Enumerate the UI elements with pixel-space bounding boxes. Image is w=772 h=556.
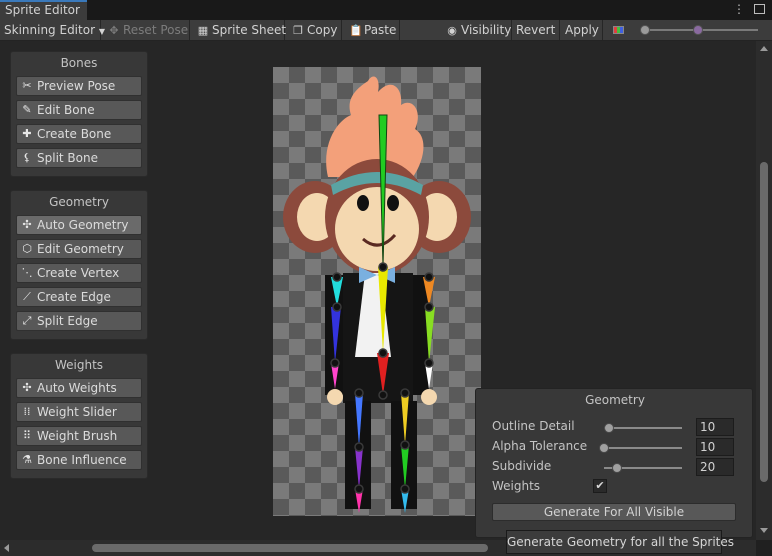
weight-slider-icon: ⁞⁞ [23,405,31,418]
paste-icon: 📋 [349,24,363,37]
toolbar: Skinning Editor ▼ ✥ Reset Pose ▦ Sprite Sh… [0,20,772,41]
auto-weights-button[interactable]: ✣ Auto Weights [16,378,142,398]
outline-detail-slider[interactable] [604,427,682,429]
monkey-sprite[interactable] [273,67,481,516]
create-bone-icon: ✚ [22,127,32,140]
copy-icon: ❐ [293,24,303,37]
bone-influence-icon: ⚗ [22,453,32,466]
tab-bar: Sprite Editor ⋮ [0,0,772,20]
create-vertex-button[interactable]: ⋱ Create Vertex [16,263,142,283]
weights-panel-title: Weights [54,358,104,372]
create-edge-button[interactable]: ⟋ Create Edge [16,287,142,307]
reset-pose-button[interactable]: ✥ Reset Pose [104,20,190,40]
preview-pose-icon: ✂ [22,79,32,92]
sprite-sheet-label: Sprite Sheet [212,23,287,37]
subdivide-field[interactable]: 20 [696,458,734,476]
vertical-scroll-thumb[interactable] [760,162,768,482]
auto-geometry-label: Auto Geometry [37,218,129,232]
preview-pose-button[interactable]: ✂ Preview Pose [16,76,142,96]
edit-bone-icon: ✎ [22,103,32,116]
create-bone-button[interactable]: ✚ Create Bone [16,124,142,144]
geometry-panel: Geometry ✣ Auto Geometry ⬡ Edit Geometry ⋱… [10,190,148,340]
weight-slider-button[interactable]: ⁞⁞ Weight Slider [16,402,142,422]
generate-for-all-visible-button[interactable]: Generate For All Visible [492,503,736,521]
blend-slider-knob[interactable] [693,25,703,35]
scroll-up-icon[interactable] [760,46,768,51]
geometry-panel-title: Geometry [49,195,109,209]
split-edge-label: Split Edge [37,314,98,328]
weight-brush-label: Weight Brush [37,429,118,443]
horizontal-scroll-thumb[interactable] [92,544,488,552]
zoom-slider-knob[interactable] [640,25,650,35]
more-options-icon[interactable]: ⋮ [733,2,745,16]
edit-bone-label: Edit Bone [37,103,95,117]
weight-brush-icon: ⠿ [22,429,32,442]
scroll-left-icon[interactable] [4,544,9,552]
split-edge-icon: ⤢ [22,314,32,327]
eye-icon: ◉ [447,24,457,37]
auto-geometry-button[interactable]: ✣ Auto Geometry [16,215,142,235]
weight-slider-label: Weight Slider [37,405,117,419]
checkmark-icon: ✔ [595,479,605,492]
split-edge-button[interactable]: ⤢ Split Edge [16,311,142,331]
color-channel-icon[interactable] [613,26,624,34]
auto-weights-icon: ✣ [22,381,32,394]
outline-detail-label: Outline Detail [492,419,575,433]
bone-influence-label: Bone Influence [37,453,127,467]
create-edge-label: Create Edge [37,290,111,304]
tooltip: Generate Geometry for all the Sprites [506,530,734,554]
paste-label: Paste [364,23,397,37]
split-bone-label: Split Bone [37,151,98,165]
bones-panel: Bones ✂ Preview Pose ✎ Edit Bone ✚ Create B… [10,51,148,177]
auto-weights-label: Auto Weights [37,381,117,395]
geometry-settings-panel: Geometry Outline Detail 10 Alpha Toleran… [475,388,753,538]
bone-influence-button[interactable]: ⚗ Bone Influence [16,450,142,470]
reset-pose-icon: ✥ [109,24,119,37]
auto-geometry-icon: ✣ [22,218,32,231]
alpha-tolerance-label: Alpha Tolerance [492,439,588,453]
tab-sprite-editor[interactable]: Sprite Editor [0,0,87,20]
outline-detail-knob[interactable] [604,423,614,433]
preview-pose-label: Preview Pose [37,79,116,93]
scroll-down-icon[interactable] [760,528,768,533]
edit-geometry-button[interactable]: ⬡ Edit Geometry [16,239,142,259]
alpha-tolerance-slider[interactable] [604,447,682,449]
mode-dropdown[interactable]: Skinning Editor ▼ [0,20,105,40]
visibility-button[interactable]: ◉ Visibility [442,20,512,40]
edit-bone-button[interactable]: ✎ Edit Bone [16,100,142,120]
subdivide-knob[interactable] [612,463,622,473]
sprite-sheet-icon: ▦ [197,24,209,37]
create-bone-label: Create Bone [37,127,112,141]
subdivide-label: Subdivide [492,459,552,473]
create-vertex-icon: ⋱ [21,266,33,279]
alpha-tolerance-knob[interactable] [599,443,609,453]
edit-geometry-label: Edit Geometry [37,242,124,256]
create-edge-icon: ⟋ [23,290,31,303]
visibility-label: Visibility [461,23,512,37]
vertical-scrollbar[interactable] [756,41,772,540]
reset-pose-label: Reset Pose [123,23,189,37]
mode-dropdown-label: Skinning Editor [4,23,95,37]
copy-button[interactable]: ❐ Copy [288,20,342,40]
weights-label: Weights [492,479,541,493]
weights-checkbox[interactable]: ✔ [593,479,607,493]
geometry-settings-title: Geometry [585,393,645,407]
revert-button[interactable]: Revert [512,20,560,40]
paste-button[interactable]: 📋Paste [345,20,400,40]
alpha-tolerance-field[interactable]: 10 [696,438,734,456]
apply-button[interactable]: Apply [561,20,603,40]
weight-brush-button[interactable]: ⠿ Weight Brush [16,426,142,446]
edit-geometry-icon: ⬡ [22,242,32,255]
weights-panel: Weights ✣ Auto Weights ⁞⁞ Weight Slider ⠿ W… [10,353,148,479]
maximize-icon[interactable] [754,4,765,14]
copy-label: Copy [307,23,338,37]
split-bone-icon: ⚸ [22,151,32,164]
bones-panel-title: Bones [60,56,98,70]
sprite-sheet-button[interactable]: ▦ Sprite Sheet [193,20,287,40]
create-vertex-label: Create Vertex [37,266,120,280]
outline-detail-field[interactable]: 10 [696,418,734,436]
split-bone-button[interactable]: ⚸ Split Bone [16,148,142,168]
